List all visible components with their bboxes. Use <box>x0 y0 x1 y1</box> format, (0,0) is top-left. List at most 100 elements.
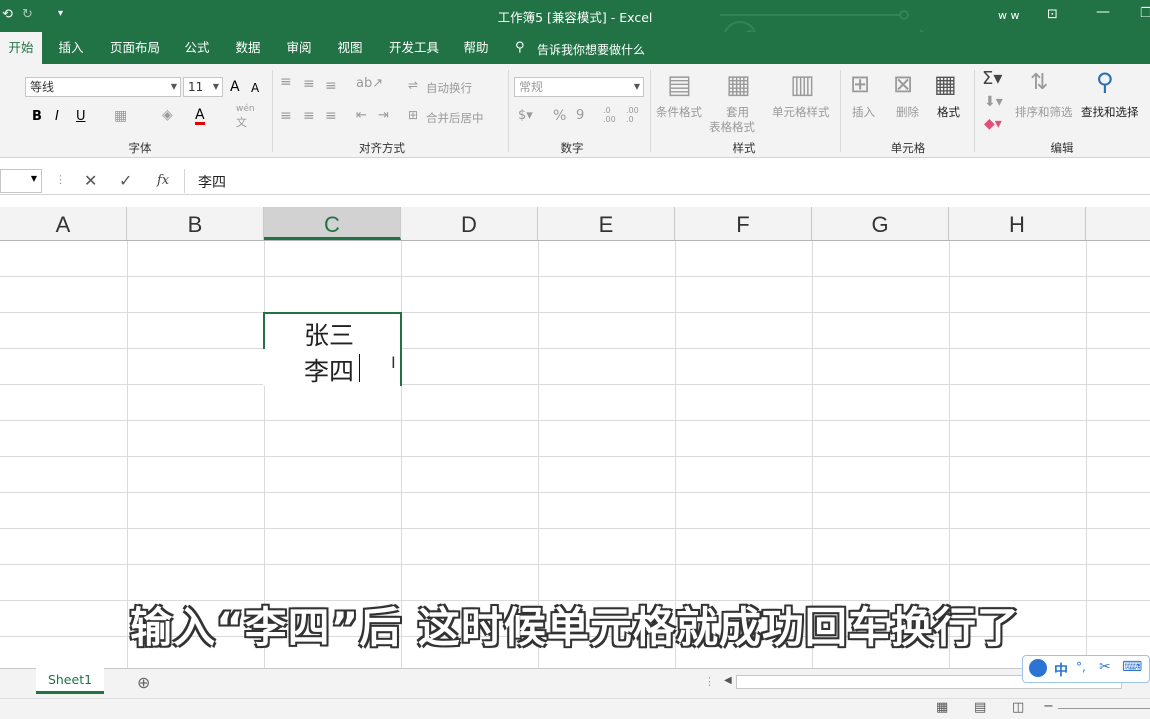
tab-page-layout[interactable]: 页面布局 <box>104 32 166 64</box>
align-center-icon[interactable]: ≡ <box>303 108 315 124</box>
enter-icon[interactable]: ✓ <box>119 171 132 190</box>
gridline <box>0 348 1150 349</box>
wrap-text-button[interactable]: 自动换行 <box>426 80 472 96</box>
ime-tools-icon[interactable]: ✂ <box>1099 659 1111 675</box>
column-header-d[interactable]: D <box>401 207 538 240</box>
tab-data[interactable]: 数据 <box>227 32 269 64</box>
phonetic-button[interactable]: wén 文 <box>236 104 255 130</box>
grow-font-button[interactable]: A <box>230 79 240 95</box>
zoom-slider[interactable] <box>1058 708 1150 709</box>
ime-mode[interactable]: 中 <box>1054 660 1068 680</box>
delete-cells-button[interactable]: 删除 <box>896 104 919 120</box>
sort-filter-button[interactable]: 排序和筛选 <box>1015 104 1073 120</box>
scroll-left-icon[interactable]: ◀ <box>724 675 732 686</box>
add-sheet-icon[interactable]: ⊕ <box>137 673 150 692</box>
gridline <box>0 312 1150 313</box>
column-header-c[interactable]: C <box>264 207 401 240</box>
italic-button[interactable]: I <box>55 109 59 124</box>
orientation-icon[interactable]: ab↗ <box>356 76 383 91</box>
tab-home[interactable]: 开始 <box>0 32 42 64</box>
increase-indent-icon[interactable]: ⇥ <box>378 108 389 123</box>
bold-button[interactable]: B <box>32 109 42 124</box>
cancel-icon[interactable]: ✕ <box>84 171 97 190</box>
fill-icon[interactable]: ⬇▾ <box>984 94 1003 110</box>
find-select-button[interactable]: 查找和选择 <box>1081 104 1139 120</box>
insert-cells-icon: ⊞ <box>850 70 871 98</box>
comma-style-button[interactable]: 9 <box>576 108 584 123</box>
bottom-align-icon[interactable]: ≡ <box>325 78 337 94</box>
merge-center-icon: ⊞ <box>408 108 419 122</box>
normal-view-icon[interactable]: ▦ <box>936 700 948 715</box>
align-right-icon[interactable]: ≡ <box>325 108 337 124</box>
merge-center-button[interactable]: 合并后居中 <box>426 110 484 126</box>
clear-icon[interactable]: ◆▾ <box>984 116 1002 132</box>
increase-decimal-button[interactable]: .0 .00 <box>603 106 623 124</box>
video-subtitle: 输入“李四”后 这时候单元格就成功回车换行了 <box>130 603 1020 652</box>
fill-color-icon[interactable]: ◈ <box>162 107 173 123</box>
group-label-number: 数字 <box>560 141 584 155</box>
restore-icon[interactable]: ❐ <box>1140 6 1150 21</box>
currency-icon[interactable]: $▾ <box>518 108 533 123</box>
phonetic-char: 文 <box>236 116 247 129</box>
font-color-button[interactable]: A <box>195 108 205 125</box>
autosum-icon[interactable]: Σ▾ <box>982 68 1002 89</box>
ime-punctuation[interactable]: °, <box>1076 660 1086 674</box>
align-left-icon[interactable]: ≡ <box>280 108 292 124</box>
tell-me-icon: ⚲ <box>515 40 525 55</box>
ribbon-display-options-icon[interactable]: ⊡ <box>1047 7 1058 22</box>
tab-review[interactable]: 审阅 <box>278 32 320 64</box>
ibeam-cursor-icon: I <box>391 353 396 372</box>
ime-keyboard-icon[interactable]: ⌨ <box>1122 659 1142 675</box>
top-align-icon[interactable]: ≡ <box>280 74 292 90</box>
column-header-g[interactable]: G <box>812 207 949 240</box>
borders-icon[interactable]: ▦ <box>114 108 127 124</box>
ime-toolbar[interactable]: 中 °, ✂ ⌨ <box>1022 655 1150 683</box>
text-caret <box>359 354 360 382</box>
group-label-font: 字体 <box>128 141 152 155</box>
group-label-alignment: 对齐方式 <box>359 141 405 155</box>
gridline <box>0 420 1150 421</box>
column-header-h[interactable]: H <box>949 207 1086 240</box>
zoom-out-icon[interactable]: − <box>1043 699 1054 714</box>
cell-c-line2: 李四 <box>304 357 355 386</box>
tab-view[interactable]: 视图 <box>329 32 371 64</box>
insert-cells-button[interactable]: 插入 <box>852 104 875 120</box>
sheet-tab-sheet1[interactable]: Sheet1 <box>36 668 104 694</box>
column-header-e[interactable]: E <box>538 207 675 240</box>
page-break-view-icon[interactable]: ◫ <box>1012 700 1024 715</box>
percent-button[interactable]: % <box>553 108 566 124</box>
user-name[interactable]: w w <box>998 9 1020 22</box>
formula-input[interactable]: 李四 <box>198 172 226 192</box>
decrease-decimal-button[interactable]: .00 .0 <box>626 106 646 124</box>
conditional-format-button[interactable]: 条件格式 <box>656 104 702 120</box>
gridline <box>0 384 1150 385</box>
insert-function-button[interactable]: fx <box>157 173 169 188</box>
column-header-a[interactable]: A <box>0 207 127 240</box>
middle-align-icon[interactable]: ≡ <box>303 76 315 92</box>
tab-help[interactable]: 帮助 <box>455 32 497 64</box>
underline-button[interactable]: U <box>76 109 86 124</box>
tab-developer[interactable]: 开发工具 <box>382 32 446 64</box>
tab-formulas[interactable]: 公式 <box>176 32 218 64</box>
font-size-select[interactable]: 11 ▼ <box>183 77 223 97</box>
tab-insert[interactable]: 插入 <box>50 32 92 64</box>
column-header-f[interactable]: F <box>675 207 812 240</box>
minimize-icon[interactable]: — <box>1096 4 1110 20</box>
format-cells-button[interactable]: 格式 <box>937 104 960 120</box>
name-box[interactable]: ▼ <box>0 169 42 193</box>
font-name-select[interactable]: 等线 ▼ <box>25 77 181 97</box>
column-header-b[interactable]: B <box>127 207 264 240</box>
page-layout-view-icon[interactable]: ▤ <box>974 700 986 715</box>
cell-styles-button[interactable]: 单元格样式 <box>772 104 830 120</box>
decrease-indent-icon[interactable]: ⇤ <box>356 108 367 123</box>
tab-split-grip-icon[interactable]: ⋮ <box>704 675 715 688</box>
table-format-line2[interactable]: 表格格式 <box>709 119 755 135</box>
group-label-cells: 单元格 <box>890 141 926 155</box>
chevron-down-icon: ▼ <box>633 82 640 91</box>
table-format-line1[interactable]: 套用 <box>726 104 749 120</box>
number-format-select[interactable]: 常规 ▼ <box>514 77 644 97</box>
shrink-font-button[interactable]: A <box>251 81 259 95</box>
sheet-tab-label: Sheet1 <box>47 672 93 687</box>
tell-me-input[interactable]: 告诉我你想要做什么 <box>537 41 645 58</box>
ribbon-tabs: 开始 插入 页面布局 公式 数据 审阅 视图 开发工具 帮助 ⚲ 告诉我你想要做… <box>0 32 1150 64</box>
